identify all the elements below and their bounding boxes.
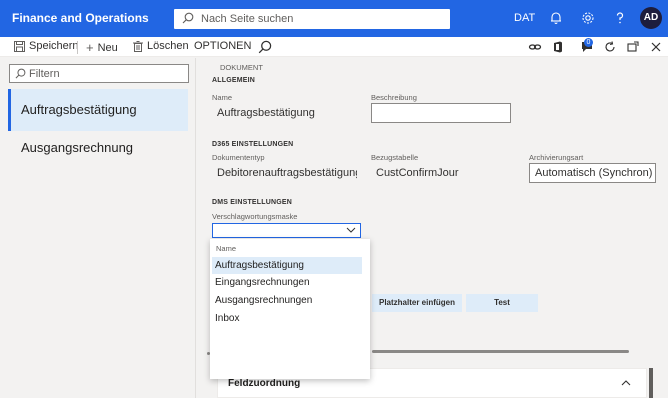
open-new-window-icon[interactable]: [626, 40, 640, 54]
refresh-icon[interactable]: [603, 40, 617, 54]
test-button[interactable]: Test: [466, 294, 538, 312]
document-type-field[interactable]: Debitorenauftragsbestätigung: [212, 163, 357, 183]
new-label: Neu: [97, 41, 118, 54]
chevron-down-icon[interactable]: [346, 225, 356, 235]
close-icon[interactable]: [649, 40, 663, 54]
vertical-scrollbar[interactable]: [649, 368, 653, 398]
list-item[interactable]: Ausgangsrechnung: [8, 127, 188, 169]
link-icon[interactable]: [528, 40, 542, 54]
d365-section-title: D365 EINSTELLUNGEN: [212, 141, 294, 148]
keyword-mask-label: Verschlagwortungsmaske: [212, 212, 298, 221]
app-title[interactable]: Finance and Operations: [12, 11, 149, 25]
name-field[interactable]: Auftragsbestätigung: [212, 103, 352, 123]
new-button[interactable]: + Neu: [86, 40, 118, 55]
company-selector[interactable]: DAT: [514, 12, 535, 24]
office-icon[interactable]: [551, 40, 565, 54]
trash-icon: [133, 40, 143, 52]
reference-table-field[interactable]: CustConfirmJour: [371, 163, 511, 183]
archive-type-label: Archivierungsart: [529, 153, 584, 162]
action-pane: Speichern + Neu Löschen OPTIONEN 0: [0, 37, 668, 57]
field-mapping-title: Feldzuordnung: [228, 378, 301, 389]
gear-icon[interactable]: [580, 10, 596, 26]
search-icon: [182, 12, 194, 24]
search-placeholder: Nach Seite suchen: [201, 13, 294, 25]
help-icon[interactable]: [612, 10, 628, 26]
archive-type-select[interactable]: Automatisch (Synchron): [529, 163, 656, 183]
plus-icon: +: [86, 40, 94, 55]
save-label: Speichern: [29, 40, 79, 52]
attachment-badge: 0: [584, 38, 593, 47]
search-icon: [15, 68, 26, 79]
options-label: OPTIONEN: [194, 40, 252, 52]
filter-input[interactable]: Filtern: [9, 64, 189, 83]
page-search-box[interactable]: Nach Seite suchen: [174, 9, 450, 29]
options-tab[interactable]: OPTIONEN: [194, 40, 251, 52]
filter-placeholder: Filtern: [29, 68, 60, 80]
description-label: Beschreibung: [371, 93, 417, 102]
dropdown-column-header: Name: [216, 244, 237, 253]
chevron-up-icon[interactable]: [620, 377, 632, 389]
name-label: Name: [212, 93, 233, 102]
list-item[interactable]: Auftragsbestätigung: [8, 89, 188, 131]
dropdown-option[interactable]: Inbox: [212, 310, 362, 327]
keyword-mask-dropdown: Name Auftragsbestätigung Eingangsrechnun…: [210, 239, 370, 379]
top-navigation-bar: Finance and Operations Nach Seite suchen…: [0, 0, 668, 37]
general-section-title: ALLGEMEIN: [212, 77, 256, 84]
bell-icon[interactable]: [548, 10, 564, 26]
dropdown-option[interactable]: Auftragsbestätigung: [212, 257, 362, 274]
reference-table-label: Bezugstabelle: [371, 153, 419, 162]
delete-label: Löschen: [147, 40, 189, 52]
dropdown-option[interactable]: Eingangsrechnungen: [212, 274, 362, 291]
left-list-pane: Filtern Auftragsbestätigung Ausgangsrech…: [0, 58, 196, 398]
description-input[interactable]: [371, 103, 511, 123]
dms-section-title: DMS EINSTELLUNGEN: [212, 199, 293, 206]
dropdown-option[interactable]: Ausgangsrechnungen: [212, 292, 362, 309]
horizontal-scrollbar[interactable]: [372, 350, 629, 353]
insert-placeholder-button[interactable]: Platzhalter einfügen: [372, 294, 462, 312]
document-type-label: Dokumententyp: [212, 153, 265, 162]
user-avatar[interactable]: AD: [640, 7, 662, 29]
save-icon: [14, 40, 25, 52]
search-icon[interactable]: [258, 40, 272, 54]
save-button[interactable]: Speichern: [14, 40, 79, 52]
toolbar-divider: [77, 41, 78, 54]
document-header: DOKUMENT: [220, 63, 263, 72]
keyword-mask-combobox[interactable]: [212, 223, 361, 238]
delete-button[interactable]: Löschen: [133, 40, 189, 52]
